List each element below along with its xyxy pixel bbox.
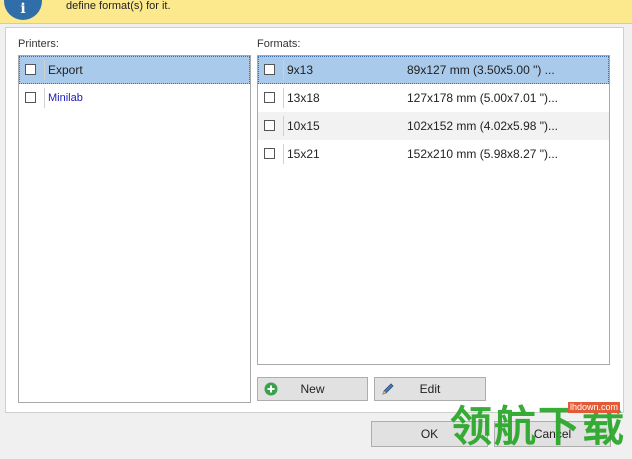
format-name: 15x21: [287, 147, 320, 161]
column-separator: [283, 60, 284, 80]
column-separator: [44, 88, 45, 108]
edit-format-button[interactable]: Edit: [374, 377, 486, 401]
printer-row-export[interactable]: Export: [19, 56, 250, 84]
format-row[interactable]: 13x18 127x178 mm (5.00x7.01 ")...: [258, 84, 609, 112]
column-separator: [283, 144, 284, 164]
format-row[interactable]: 9x13 89x127 mm (3.50x5.00 ") ...: [258, 56, 609, 84]
banner-text: define format(s) for it.: [66, 0, 171, 12]
printers-list[interactable]: Export Minilab: [18, 55, 251, 403]
new-format-button[interactable]: New: [257, 377, 368, 401]
watermark-url: lhdown.com: [568, 402, 621, 413]
column-separator: [283, 88, 284, 108]
printer-export-checkbox[interactable]: [25, 64, 36, 75]
new-button-label: New: [300, 382, 325, 396]
printer-name: Minilab: [48, 92, 83, 104]
formats-list[interactable]: 9x13 89x127 mm (3.50x5.00 ") ... 13x18 1…: [257, 55, 610, 365]
ok-button-label: OK: [420, 427, 439, 441]
info-icon: i: [4, 0, 42, 20]
column-separator: [283, 116, 284, 136]
printer-name: Export: [48, 63, 83, 77]
format-row[interactable]: 15x21 152x210 mm (5.98x8.27 ")...: [258, 140, 609, 168]
info-banner: i define format(s) for it.: [0, 0, 632, 24]
column-separator: [44, 60, 45, 80]
format-size: 102x152 mm (4.02x5.98 ")...: [407, 119, 559, 133]
printer-minilab-checkbox[interactable]: [25, 92, 36, 103]
format-checkbox[interactable]: [264, 92, 275, 103]
format-row[interactable]: 10x15 102x152 mm (4.02x5.98 ")...: [258, 112, 609, 140]
main-panel: Printers: Formats: Export Minilab 9x13 8…: [5, 27, 624, 413]
format-size: 152x210 mm (5.98x8.27 ")...: [407, 147, 559, 161]
format-checkbox[interactable]: [264, 120, 275, 131]
edit-button-label: Edit: [419, 382, 441, 396]
printer-row-minilab[interactable]: Minilab: [19, 84, 250, 112]
format-checkbox[interactable]: [264, 148, 275, 159]
format-name: 13x18: [287, 91, 320, 105]
add-icon: [264, 382, 278, 396]
format-name: 9x13: [287, 63, 314, 77]
formats-label: Formats:: [257, 38, 301, 50]
format-size: 89x127 mm (3.50x5.00 ") ...: [407, 63, 555, 77]
printers-label: Printers:: [18, 38, 59, 50]
pencil-icon: [382, 383, 394, 395]
format-size: 127x178 mm (5.00x7.01 ")...: [407, 91, 559, 105]
format-checkbox[interactable]: [264, 64, 275, 75]
format-name: 10x15: [287, 119, 320, 133]
